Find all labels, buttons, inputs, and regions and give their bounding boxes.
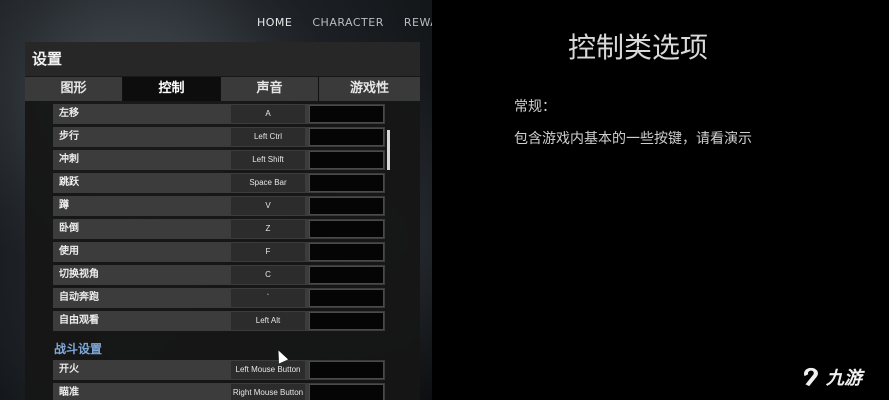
binding-action: 开火 — [59, 364, 79, 375]
explanation-section-head: 常规： — [514, 99, 556, 115]
nav-home[interactable]: HOME — [257, 16, 292, 29]
binding-row[interactable]: 卧倒 Z — [53, 219, 385, 239]
scrollbar-thumb[interactable] — [387, 130, 390, 170]
binding-row[interactable]: 切换视角 C — [53, 265, 385, 285]
nav-rewards[interactable]: REWA — [404, 16, 432, 29]
tab-graphics[interactable]: 图形 — [25, 77, 123, 101]
combat-section-label: 战斗设置 — [54, 342, 103, 356]
secondary-key-slot[interactable] — [309, 174, 384, 192]
binding-action: 瞄准 — [59, 387, 79, 398]
binding-action: 左移 — [59, 108, 79, 119]
primary-key-slot[interactable]: Space Bar — [231, 174, 305, 192]
primary-key-slot[interactable]: V — [231, 197, 305, 215]
secondary-key-slot[interactable] — [309, 266, 384, 284]
settings-title: 设置 — [25, 42, 420, 76]
binding-row[interactable]: 自动奔跑 ` — [53, 288, 385, 308]
binding-action: 跳跃 — [59, 177, 79, 188]
binding-action: 卧倒 — [59, 223, 79, 234]
jiuyou-logo-icon — [804, 367, 818, 387]
secondary-key-slot[interactable] — [309, 197, 384, 215]
primary-key-slot[interactable]: C — [231, 266, 305, 284]
game-background: HOME CHARACTER REWA 设置 图形 控制 声音 游戏性 左移 A… — [0, 0, 432, 400]
binding-row[interactable]: 跳跃 Space Bar — [53, 173, 385, 193]
primary-key-slot[interactable]: Z — [231, 220, 305, 238]
binding-row[interactable]: 瞄准 Right Mouse Button — [53, 383, 385, 400]
binding-action: 使用 — [59, 246, 79, 257]
settings-tabs: 图形 控制 声音 游戏性 — [25, 77, 420, 101]
binding-action: 自动奔跑 — [59, 292, 99, 303]
binding-action: 切换视角 — [59, 269, 99, 280]
binding-row[interactable]: 左移 A — [53, 104, 385, 124]
explanation-description: 包含游戏内基本的一些按键，请看演示 — [514, 131, 752, 147]
secondary-key-slot[interactable] — [309, 128, 384, 146]
secondary-key-slot[interactable] — [309, 243, 384, 261]
primary-key-slot[interactable]: Left Mouse Button — [231, 361, 305, 379]
secondary-key-slot[interactable] — [309, 384, 384, 400]
binding-action: 蹲 — [59, 200, 69, 211]
top-navigation: HOME CHARACTER REWA — [240, 0, 432, 44]
binding-row[interactable]: 蹲 V — [53, 196, 385, 216]
secondary-key-slot[interactable] — [309, 220, 384, 238]
primary-key-slot[interactable]: ` — [231, 289, 305, 307]
primary-key-slot[interactable]: Left Shift — [231, 151, 305, 169]
secondary-key-slot[interactable] — [309, 151, 384, 169]
watermark-text: 九游 — [826, 368, 862, 389]
binding-row[interactable]: 开火 Left Mouse Button — [53, 360, 385, 380]
secondary-key-slot[interactable] — [309, 312, 384, 330]
settings-window: 设置 图形 控制 声音 游戏性 左移 A 步行 Left Ctrl 冲刺 Lef… — [25, 42, 420, 400]
primary-key-slot[interactable]: Left Ctrl — [231, 128, 305, 146]
secondary-key-slot[interactable] — [309, 361, 384, 379]
tab-controls[interactable]: 控制 — [123, 77, 221, 101]
primary-key-slot[interactable]: Left Alt — [231, 312, 305, 330]
binding-row[interactable]: 冲刺 Left Shift — [53, 150, 385, 170]
nav-character[interactable]: CHARACTER — [312, 16, 384, 29]
explanation-title: 控制类选项 — [568, 31, 709, 64]
tab-sound[interactable]: 声音 — [221, 77, 319, 101]
binding-row[interactable]: 使用 F — [53, 242, 385, 262]
tab-gameplay[interactable]: 游戏性 — [319, 77, 420, 101]
binding-row[interactable]: 自由观看 Left Alt — [53, 311, 385, 331]
secondary-key-slot[interactable] — [309, 105, 384, 123]
binding-action: 步行 — [59, 131, 79, 142]
watermark: 九游 — [800, 360, 862, 394]
primary-key-slot[interactable]: F — [231, 243, 305, 261]
binding-row[interactable]: 步行 Left Ctrl — [53, 127, 385, 147]
binding-action: 自由观看 — [59, 315, 99, 326]
secondary-key-slot[interactable] — [309, 289, 384, 307]
binding-action: 冲刺 — [59, 154, 79, 165]
primary-key-slot[interactable]: Right Mouse Button — [231, 384, 305, 400]
primary-key-slot[interactable]: A — [231, 105, 305, 123]
